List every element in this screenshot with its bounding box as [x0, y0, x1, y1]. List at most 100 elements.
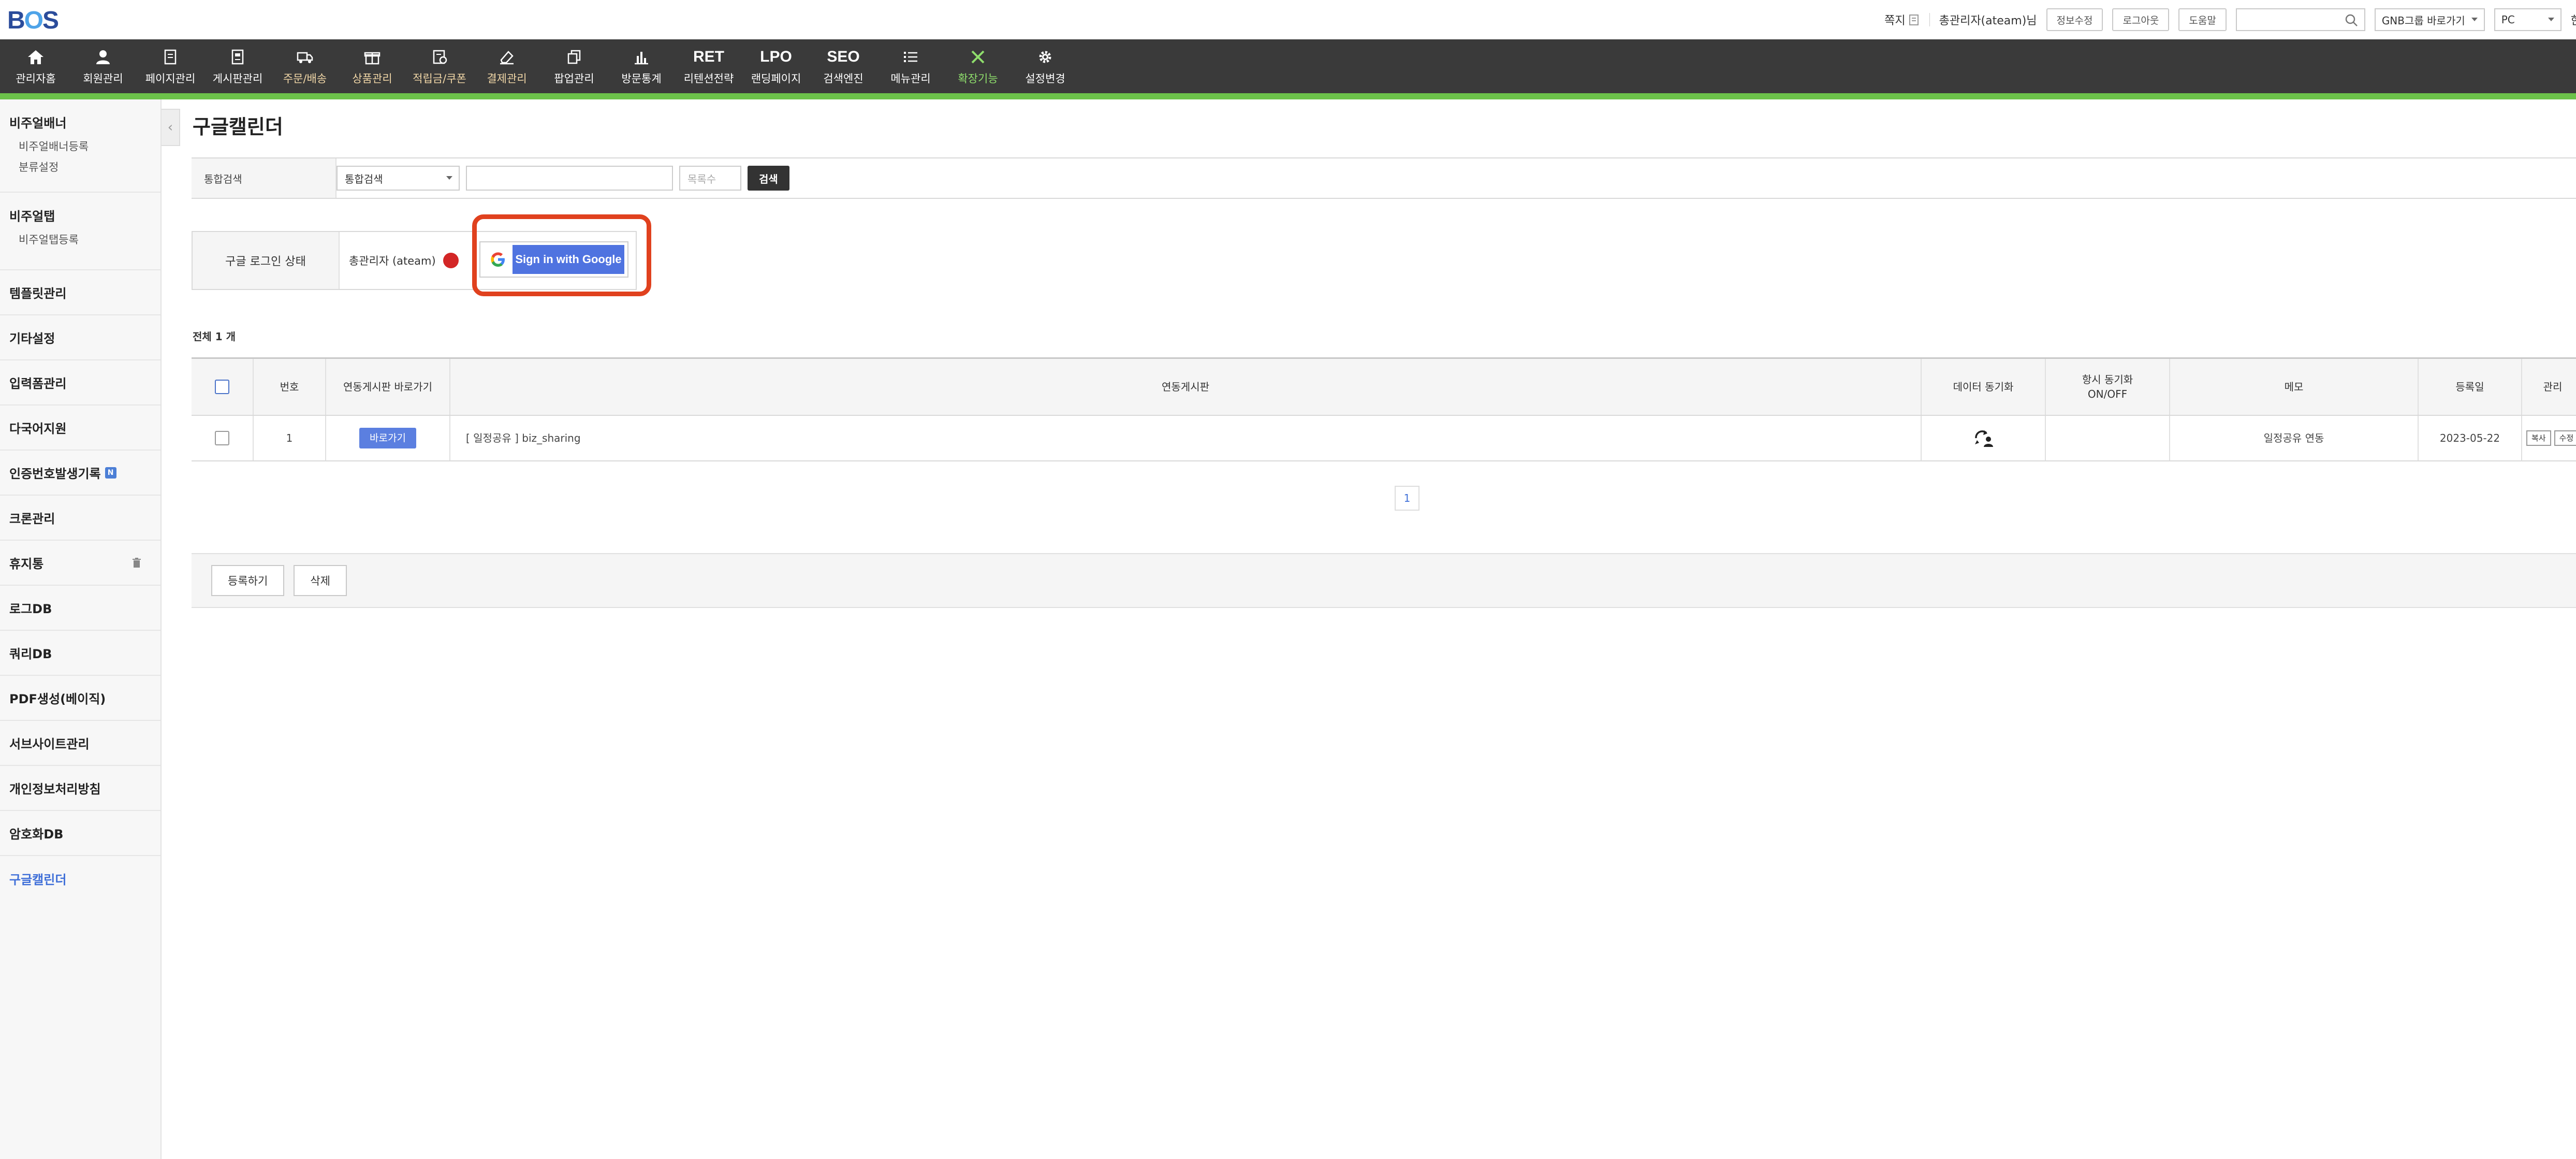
edit-button[interactable]: 수정 [2554, 430, 2576, 446]
user-icon [96, 50, 110, 64]
delete-button[interactable]: 삭제 [294, 565, 347, 596]
gift-icon [364, 52, 380, 65]
sidebar-group-visual-banner: 비주얼배너 비주얼배너등록 분류설정 [0, 99, 160, 193]
sidebar-group: 서브사이트관리 [0, 721, 160, 766]
truck-icon [297, 52, 313, 63]
page-1-link[interactable]: 1 [1395, 486, 1419, 511]
gnb-seo[interactable]: SEO 검색엔진 [810, 39, 877, 93]
header-cell: 등록일 [2419, 359, 2522, 415]
gear-icon [1039, 51, 1051, 63]
sidebar-group: 다국어지원 [0, 405, 160, 451]
language-link[interactable]: 한 [2571, 11, 2576, 28]
sidebar: 비주얼배너 비주얼배너등록 분류설정 비주얼탭 비주얼탭등록 템플릿관리 기타설… [0, 99, 162, 1159]
always-sync-cell[interactable] [2046, 416, 2170, 460]
gnb-extensions[interactable]: 확장기능 [944, 39, 1012, 93]
global-nav: 관리자홈 회원관리 페이지관리 게시판관리 주문/배송 상품관리 적립금/쿠폰 … [0, 39, 2576, 93]
user-name: 총관리자(ateam)님 [1939, 15, 2037, 27]
sidebar-item-visual-banner[interactable]: 비주얼배너 [9, 113, 151, 131]
search-icon[interactable] [2345, 13, 2358, 27]
sidebar-item-encryption-db[interactable]: 암호화DB [9, 824, 151, 842]
gnb-products[interactable]: 상품관리 [339, 39, 406, 93]
gnb-payments[interactable]: 결제관리 [473, 39, 540, 93]
search-panel: 통합검색 통합검색 목록수 검색 [192, 157, 2576, 199]
sidebar-item-multilang[interactable]: 다국어지원 [9, 418, 151, 437]
header-cell: 항시 동기화 ON/OFF [2046, 359, 2170, 415]
new-badge: N [105, 467, 116, 479]
sidebar-item-cron[interactable]: 크론관리 [9, 509, 151, 527]
gnb-admin-home[interactable]: 관리자홈 [2, 39, 69, 93]
search-label: 통합검색 [192, 158, 336, 198]
gnb-boards[interactable]: 게시판관리 [204, 39, 271, 93]
bar-chart-icon [635, 52, 648, 65]
sidebar-item-google-calendar[interactable]: 구글캘린더 [9, 870, 151, 888]
sidebar-group: 구글캘린더 [0, 856, 160, 901]
gnb-members[interactable]: 회원관리 [69, 39, 137, 93]
row-checkbox[interactable] [215, 431, 229, 445]
sidebar-item-etc-settings[interactable]: 기타설정 [9, 328, 151, 346]
header-cell: 메모 [2170, 359, 2419, 415]
highlight-annotation [472, 214, 651, 296]
sidebar-collapse-button[interactable]: ‹ [162, 109, 180, 146]
gnb-retention[interactable]: RET 리텐션전략 [675, 39, 742, 93]
sidebar-item-query-db[interactable]: 쿼리DB [9, 644, 151, 662]
gnb-settings[interactable]: 설정변경 [1012, 39, 1079, 93]
action-bar: 등록하기 삭제 [192, 553, 2576, 608]
sidebar-item-input-forms[interactable]: 입력폼관리 [9, 373, 151, 392]
memo-link[interactable]: 쪽지 [1884, 11, 1920, 28]
seo-text-icon: SEO [827, 48, 860, 65]
gnb-points-coupons[interactable]: 적립금/쿠폰 [406, 39, 473, 93]
header-cell: 데이터 동기화 [1922, 359, 2046, 415]
gnb-orders[interactable]: 주문/배송 [271, 39, 339, 93]
board-name: [ 일정공유 ] biz_sharing [450, 416, 1922, 460]
rows-count-input[interactable]: 목록수 [679, 166, 741, 191]
sidebar-item-trash[interactable]: 휴지통 [9, 554, 151, 572]
trash-icon [133, 557, 141, 568]
sidebar-item-log-db[interactable]: 로그DB [9, 599, 151, 617]
row-number: 1 [254, 416, 326, 460]
sidebar-item-subsites[interactable]: 서브사이트관리 [9, 734, 151, 752]
sidebar-group: 크론관리 [0, 496, 160, 541]
coupon-icon [433, 50, 447, 64]
sidebar-item-pdf[interactable]: PDF생성(베이직) [9, 689, 151, 707]
eraser-icon [500, 51, 514, 65]
gnb-landing[interactable]: LPO 랜딩페이지 [742, 39, 810, 93]
sidebar-group-visual-tab: 비주얼탭 비주얼탭등록 [0, 193, 160, 270]
board-table: 번호 연동게시판 바로가기 연동게시판 데이터 동기화 항시 동기화 ON/OF… [192, 357, 2576, 461]
sync-user-icon[interactable] [1973, 429, 1994, 447]
board-icon [231, 49, 244, 65]
sidebar-sub-banner-register[interactable]: 비주얼배너등록 [9, 136, 151, 157]
search-button[interactable]: 검색 [748, 166, 789, 191]
logout-button[interactable]: 로그아웃 [2112, 8, 2170, 31]
sidebar-item-privacy[interactable]: 개인정보처리방침 [9, 779, 151, 797]
sidebar-item-visual-tab[interactable]: 비주얼탭 [9, 206, 151, 224]
search-keyword-input[interactable] [466, 166, 673, 191]
gnb-menus[interactable]: 메뉴관리 [877, 39, 944, 93]
go-cell: 바로가기 [326, 416, 450, 460]
sidebar-group: PDF생성(베이직) [0, 676, 160, 721]
header-cell: 연동게시판 바로가기 [326, 359, 450, 415]
info-edit-button[interactable]: 정보수정 [2046, 8, 2103, 31]
register-button[interactable]: 등록하기 [211, 565, 285, 596]
search-type-select[interactable]: 통합검색 [336, 166, 460, 191]
chevron-left-icon: ‹ [167, 120, 173, 135]
top-search-input[interactable] [2235, 8, 2365, 31]
sidebar-sub-tab-register[interactable]: 비주얼탭등록 [9, 229, 151, 250]
gnb-popups[interactable]: 팝업관리 [540, 39, 608, 93]
go-board-button[interactable]: 바로가기 [359, 428, 416, 448]
header-cell: 번호 [254, 359, 326, 415]
help-button[interactable]: 도움말 [2178, 8, 2227, 31]
tools-icon [971, 50, 985, 64]
top-utility: 쪽지 총관리자(ateam)님 정보수정 로그아웃 도움말 GNB그룹 바로가기… [1884, 5, 2576, 34]
sidebar-item-auth-log[interactable]: 인증번호발생기록 N [9, 463, 151, 482]
device-select[interactable]: PC [2494, 8, 2562, 31]
gnb-visit-stats[interactable]: 방문통계 [608, 39, 675, 93]
select-all-checkbox[interactable] [215, 380, 229, 394]
sidebar-group: 인증번호발생기록 N [0, 451, 160, 496]
gnb-pages[interactable]: 페이지관리 [137, 39, 204, 93]
gnb-group-select[interactable]: GNB그룹 바로가기 [2374, 8, 2485, 31]
sidebar-sub-category-settings[interactable]: 분류설정 [9, 157, 151, 178]
sidebar-item-templates[interactable]: 템플릿관리 [9, 283, 151, 301]
copy-button[interactable]: 복사 [2526, 430, 2551, 446]
bos-logo[interactable]: BOS [7, 7, 59, 34]
home-icon [28, 50, 43, 64]
